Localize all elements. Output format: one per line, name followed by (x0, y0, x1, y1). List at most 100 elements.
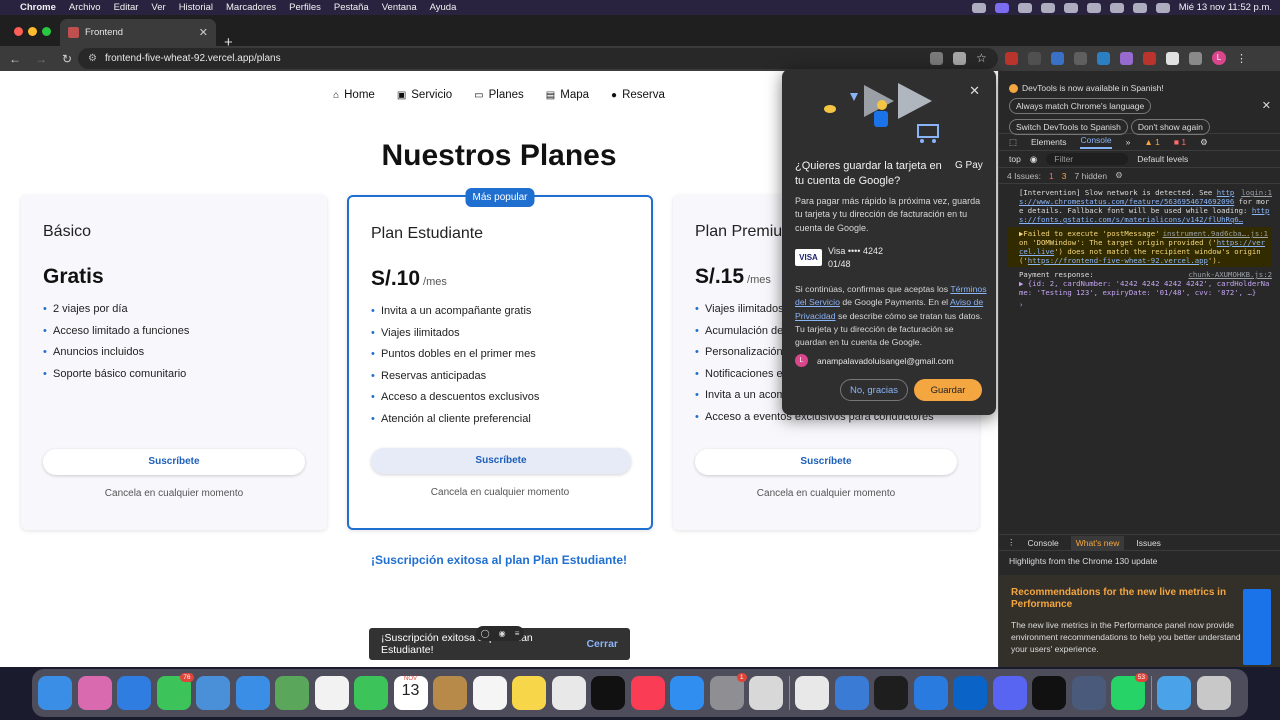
safari-icon[interactable] (117, 676, 151, 710)
warning-count[interactable]: ▲ 1 (1144, 137, 1160, 147)
extension-status-icon[interactable] (1040, 2, 1055, 13)
context-select[interactable]: top (1009, 154, 1021, 164)
switch-language-button[interactable]: Switch DevTools to Spanish (1009, 119, 1128, 136)
keyboard-icon[interactable] (1063, 2, 1078, 13)
webstorm-icon[interactable] (1032, 676, 1066, 710)
nav-home[interactable]: ⌂ Home (333, 89, 375, 101)
menu-editar[interactable]: Editar (114, 2, 139, 13)
menu-ver[interactable]: Ver (151, 2, 165, 13)
notes-icon[interactable] (512, 676, 546, 710)
extension-icon[interactable] (1120, 51, 1133, 65)
password-key-icon[interactable] (930, 51, 943, 65)
match-language-button[interactable]: Always match Chrome's language (1009, 98, 1152, 115)
calendar-icon[interactable]: NOV 13 (393, 676, 428, 710)
finder-icon[interactable] (38, 676, 72, 710)
dialog-close-icon[interactable]: ✕ (969, 83, 980, 99)
log-source-link[interactable]: instrument.9ad6cba….js:1 (1163, 229, 1268, 238)
siri-icon[interactable] (1155, 2, 1170, 13)
menu-marcadores[interactable]: Marcadores (226, 2, 276, 13)
inspect-icon[interactable]: ⬚ (1009, 137, 1017, 148)
iphone-mirroring-icon[interactable] (749, 676, 783, 710)
chrome-icon[interactable] (795, 676, 829, 710)
log-levels-select[interactable]: Default levels (1137, 154, 1188, 164)
error-count[interactable]: ■ 1 (1174, 137, 1186, 147)
close-window-icon[interactable] (14, 27, 23, 36)
drawer-tab-issues[interactable]: Issues (1136, 538, 1161, 548)
menu-pestana[interactable]: Pestaña (334, 2, 369, 13)
menu-archivo[interactable]: Archivo (69, 2, 101, 13)
comment-icon[interactable]: ◯ (481, 629, 490, 638)
issues-warning-count[interactable]: 3 (1062, 171, 1067, 181)
extension-icon[interactable] (1074, 51, 1087, 65)
app-icon[interactable] (1071, 676, 1106, 710)
log-url[interactable]: https://frontend-five-wheat-92.vercel.ap… (1028, 256, 1208, 265)
extension-icon[interactable] (1143, 51, 1156, 65)
screen-share-icon[interactable] (994, 2, 1009, 13)
subscribe-button[interactable]: Suscríbete (695, 449, 957, 475)
console-prompt-icon[interactable]: › (1019, 300, 1272, 309)
back-icon[interactable]: ← (4, 52, 26, 66)
menu-perfiles[interactable]: Perfiles (289, 2, 321, 13)
maps-icon[interactable] (275, 676, 309, 710)
eye-icon[interactable]: ◉ (1030, 154, 1037, 165)
tab-console[interactable]: Console (1080, 135, 1112, 149)
nav-planes[interactable]: ▭ Planes (474, 89, 524, 101)
nav-mapa[interactable]: ▤ Mapa (546, 89, 589, 101)
messages-icon[interactable]: 76 (156, 673, 194, 710)
menu-app-name[interactable]: Chrome (20, 2, 56, 13)
apple-tv-icon[interactable] (591, 676, 625, 710)
log-source-link[interactable]: chunk-AXUMOHKB.js:2 (1189, 270, 1272, 279)
log-source-link[interactable]: login:1 (1241, 188, 1272, 197)
zoom-window-icon[interactable] (42, 27, 51, 36)
control-center-icon[interactable] (1132, 2, 1147, 13)
whats-new-card[interactable]: Recommendations for the new live metrics… (999, 575, 1280, 667)
drawer-menu-icon[interactable]: ⋮ (1007, 537, 1016, 548)
music-icon[interactable] (630, 676, 665, 710)
more-menu-icon[interactable]: ⋮ (1236, 52, 1247, 65)
forward-icon[interactable]: → (30, 52, 52, 66)
app-icon[interactable] (913, 676, 948, 710)
url-text[interactable]: frontend-five-wheat-92.vercel.app/plans (105, 53, 281, 64)
facetime-icon[interactable] (354, 676, 388, 710)
console-settings-icon[interactable]: ⚙ (1115, 170, 1123, 181)
dont-show-button[interactable]: Don't show again (1130, 119, 1210, 136)
vscode-icon[interactable] (953, 676, 987, 710)
save-card-button[interactable]: Guardar (914, 379, 982, 401)
bookmark-star-icon[interactable]: ☆ (976, 51, 987, 65)
menu-ventana[interactable]: Ventana (382, 2, 417, 13)
tab-close-icon[interactable]: ✕ (199, 26, 208, 39)
search-icon[interactable] (1109, 2, 1124, 13)
terminal-icon[interactable] (874, 676, 908, 710)
whatsapp-icon[interactable]: 53 (1111, 673, 1148, 710)
site-info-icon[interactable]: ⚙ (88, 53, 97, 64)
browser-tab[interactable]: Frontend ✕ (60, 19, 216, 46)
app-store-icon[interactable] (670, 676, 704, 710)
extension-icon[interactable] (1051, 51, 1064, 65)
mail-icon[interactable] (235, 676, 270, 710)
tab-elements[interactable]: Elements (1031, 137, 1066, 147)
subscribe-button[interactable]: Suscríbete (43, 449, 305, 475)
launchpad-icon[interactable] (77, 676, 112, 710)
extension-icon[interactable] (1005, 51, 1018, 65)
photos-icon[interactable] (314, 676, 349, 710)
menu-historial[interactable]: Historial (179, 2, 213, 13)
eye-icon[interactable]: ◉ (499, 629, 506, 638)
wifi-icon[interactable] (1086, 2, 1101, 13)
profile-avatar[interactable]: L (1212, 51, 1226, 65)
settings-gear-icon[interactable]: ⚙ (1200, 137, 1208, 148)
extension-icon[interactable] (1166, 51, 1179, 65)
freeform-icon[interactable] (551, 676, 586, 710)
clock[interactable]: Mié 13 nov 11:52 p.m. (1179, 2, 1272, 13)
minimize-window-icon[interactable] (28, 27, 37, 36)
nav-servicio[interactable]: ▣ Servicio (397, 89, 452, 101)
discord-icon[interactable] (992, 676, 1027, 710)
cloud-icon[interactable] (1017, 2, 1032, 13)
snackbar-close-button[interactable]: Cerrar (586, 638, 618, 650)
drawer-tab-console[interactable]: Console (1028, 538, 1059, 548)
extension-icon[interactable] (1028, 51, 1041, 65)
reload-icon[interactable]: ↻ (56, 52, 78, 66)
app-icon[interactable] (834, 676, 869, 710)
puzzle-icon[interactable] (1189, 51, 1202, 65)
banner-close-icon[interactable]: ✕ (1262, 99, 1271, 112)
log-object[interactable]: ▶ {id: 2, cardNumber: '4242 4242 4242 42… (1019, 279, 1269, 297)
